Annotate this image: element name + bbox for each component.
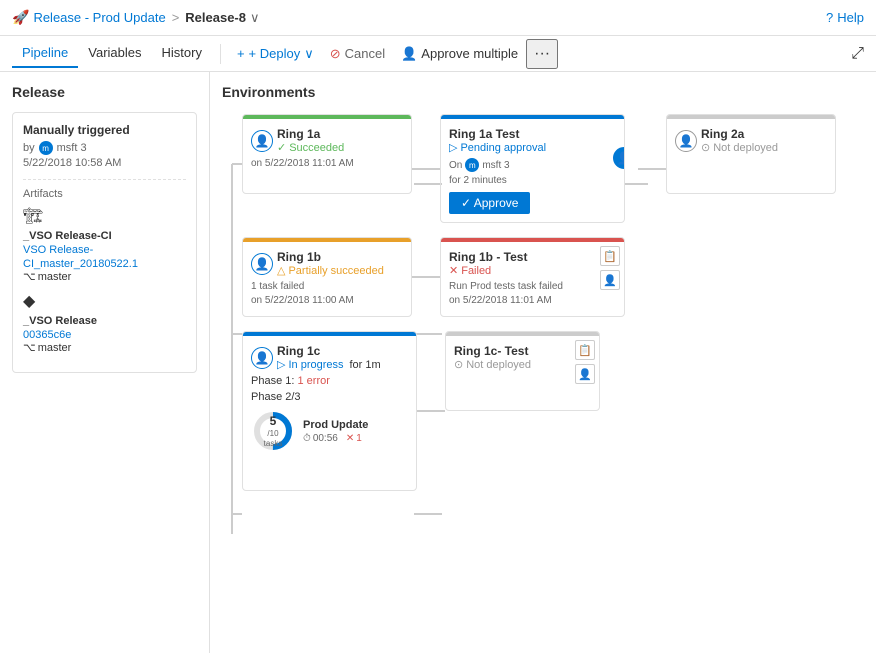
app-icon: 🚀 bbox=[12, 9, 29, 26]
artifact-ci-link[interactable]: VSO Release-CI_master_20180522.1 bbox=[23, 244, 138, 270]
ring1a-date: on 5/22/2018 11:01 AM bbox=[251, 158, 403, 169]
ring1a-name: Ring 1a bbox=[277, 127, 403, 141]
ring1c-test-status: ⊙ Not deployed bbox=[454, 358, 591, 371]
ring2a-status: ⊙ Not deployed bbox=[701, 141, 827, 154]
tab-pipeline[interactable]: Pipeline bbox=[12, 39, 78, 68]
top-bar: 🚀 Release - Prod Update > Release-8 ∨ ? … bbox=[0, 0, 876, 36]
user-name: msft 3 bbox=[57, 142, 87, 154]
ring1a-status: ✓ Succeeded bbox=[277, 141, 403, 154]
ring1a-test-name: Ring 1a Test bbox=[449, 127, 616, 141]
task-errors: ✕ 1 bbox=[346, 433, 362, 444]
help-label[interactable]: Help bbox=[837, 10, 864, 25]
tab-variables[interactable]: Variables bbox=[78, 39, 151, 68]
ring1c-name: Ring 1c bbox=[277, 344, 408, 358]
artifact-release-branch: ⌥ master bbox=[23, 341, 186, 354]
env-ring1b-test: Ring 1b - Test ✕ Failed 📋 👤 bbox=[440, 237, 625, 317]
cancel-icon: ⊘ bbox=[330, 46, 341, 62]
ring1c-person-icon: 👤 bbox=[251, 347, 273, 369]
progress-icon: ▷ bbox=[277, 358, 285, 371]
help-icon: ? bbox=[826, 10, 833, 25]
ring1b-date: on 5/22/2018 11:00 AM bbox=[251, 295, 403, 306]
by-label: by bbox=[23, 142, 35, 154]
artifact-vso-ci: 🏗 _VSO Release-CI VSO Release-CI_master_… bbox=[23, 206, 186, 283]
artifact-ci-name: _VSO Release-CI bbox=[23, 230, 112, 242]
ring1a-person-icon: 👤 bbox=[251, 130, 273, 152]
tab-history[interactable]: History bbox=[152, 39, 212, 68]
artifact-release-link[interactable]: 00365c6e bbox=[23, 329, 71, 341]
ring2a-name: Ring 2a bbox=[701, 127, 827, 141]
branch-icon: ⌥ bbox=[23, 270, 36, 283]
chevron-down-icon[interactable]: ∨ bbox=[250, 10, 260, 26]
not-deployed-icon: ⊙ bbox=[454, 358, 463, 371]
more-options-button[interactable]: ··· bbox=[526, 39, 558, 69]
sidebar-title: Release bbox=[12, 84, 197, 100]
branch-icon-2: ⌥ bbox=[23, 341, 36, 354]
env-ring1c-test: Ring 1c- Test ⊙ Not deployed 📋 👤 bbox=[445, 331, 600, 411]
ring1c-test-action2[interactable]: 👤 bbox=[575, 364, 595, 384]
release-name: Release-8 bbox=[185, 10, 246, 25]
breadcrumb-release[interactable]: Release - Prod Update bbox=[33, 10, 165, 25]
deploy-button[interactable]: + + Deploy ∨ bbox=[229, 42, 322, 66]
artifact-vso-release: ◆ _VSO Release 00365c6e ⌥ master bbox=[23, 291, 186, 354]
env-ring2a: 👤 Ring 2a ⊙ Not deployed bbox=[666, 114, 836, 194]
plus-icon: + bbox=[237, 46, 245, 61]
release-date: 5/22/2018 10:58 AM bbox=[23, 157, 186, 169]
ring1b-test-action2[interactable]: 👤 bbox=[600, 270, 620, 290]
ring1c-phase1: Phase 1: 1 error bbox=[251, 375, 408, 387]
ring1b-test-date: on 5/22/2018 11:01 AM bbox=[449, 295, 616, 306]
approve-multiple-button[interactable]: 👤 Approve multiple bbox=[393, 42, 526, 66]
env-ring1c: 👤 Ring 1c ▷ In progress for 1m bbox=[242, 331, 417, 491]
task-title: Prod Update bbox=[303, 419, 368, 431]
sidebar: Release Manually triggered by m msft 3 5… bbox=[0, 72, 210, 653]
warning-icon: △ bbox=[277, 264, 285, 277]
check-icon: ✓ bbox=[277, 141, 286, 154]
artifact-diamond-icon: ◆ bbox=[23, 291, 186, 311]
toolbar: Pipeline Variables History + + Deploy ∨ … bbox=[0, 36, 876, 72]
ring2a-person-icon: 👤 bbox=[675, 130, 697, 152]
artifact-ci-branch: ⌥ master bbox=[23, 270, 186, 283]
ring1b-status: △ Partially succeeded bbox=[277, 264, 403, 277]
ring1a-test-duration: for 2 minutes bbox=[449, 175, 616, 186]
ring1b-test-status: ✕ Failed bbox=[449, 264, 616, 277]
env-ring1a: 👤 Ring 1a ✓ Succeeded on 5/22/2018 11:01… bbox=[242, 114, 412, 194]
ring1c-phase2: Phase 2/3 bbox=[251, 391, 408, 403]
task-time: ⏱ 00:56 bbox=[303, 433, 338, 444]
clock-task-icon: ⏱ bbox=[303, 433, 311, 444]
artifact-build-icon: 🏗 bbox=[23, 206, 186, 226]
environments-title: Environments bbox=[222, 84, 864, 100]
ring1c-test-name: Ring 1c- Test bbox=[454, 344, 591, 358]
chevron-deploy-icon: ∨ bbox=[304, 46, 314, 62]
ring1c-test-action1[interactable]: 📋 bbox=[575, 340, 595, 360]
clock-icon: ⊙ bbox=[701, 141, 710, 154]
ring1b-test-extra: Run Prod tests task failed bbox=[449, 281, 616, 292]
artifact-release-name: _VSO Release bbox=[23, 315, 97, 327]
cancel-button[interactable]: ⊘ Cancel bbox=[322, 42, 393, 66]
release-card: Manually triggered by m msft 3 5/22/2018… bbox=[12, 112, 197, 373]
env-ring1b: 👤 Ring 1b △ Partially succeeded 1 task f… bbox=[242, 237, 412, 317]
ring1b-test-action1[interactable]: 📋 bbox=[600, 246, 620, 266]
ring1a-test-status: ▷ Pending approval bbox=[449, 141, 616, 154]
play-icon: ▷ bbox=[449, 141, 457, 154]
content-area: Environments bbox=[210, 72, 876, 653]
approve-button[interactable]: ✓ Approve bbox=[449, 192, 530, 214]
env-ring1a-test: Ring 1a Test ▷ Pending approval On m msf… bbox=[440, 114, 625, 223]
ring1b-person-icon: 👤 bbox=[251, 253, 273, 275]
ring1a-test-on: On m msft 3 bbox=[449, 158, 616, 172]
expand-icon[interactable]: ⤢ bbox=[851, 45, 864, 63]
ring1c-status: ▷ In progress for 1m bbox=[277, 358, 408, 371]
breadcrumb-separator: > bbox=[172, 10, 180, 25]
artifacts-label: Artifacts bbox=[23, 188, 186, 200]
person-icon: 👤 bbox=[401, 46, 417, 62]
ring1b-name: Ring 1b bbox=[277, 250, 403, 264]
toolbar-divider bbox=[220, 44, 221, 64]
ring1b-test-name: Ring 1b - Test bbox=[449, 250, 616, 264]
release-triggered-title: Manually triggered bbox=[23, 123, 186, 137]
user-dot: m bbox=[39, 141, 53, 155]
fail-icon: ✕ bbox=[449, 264, 458, 277]
ring1b-tasks-failed: 1 task failed bbox=[251, 281, 403, 292]
